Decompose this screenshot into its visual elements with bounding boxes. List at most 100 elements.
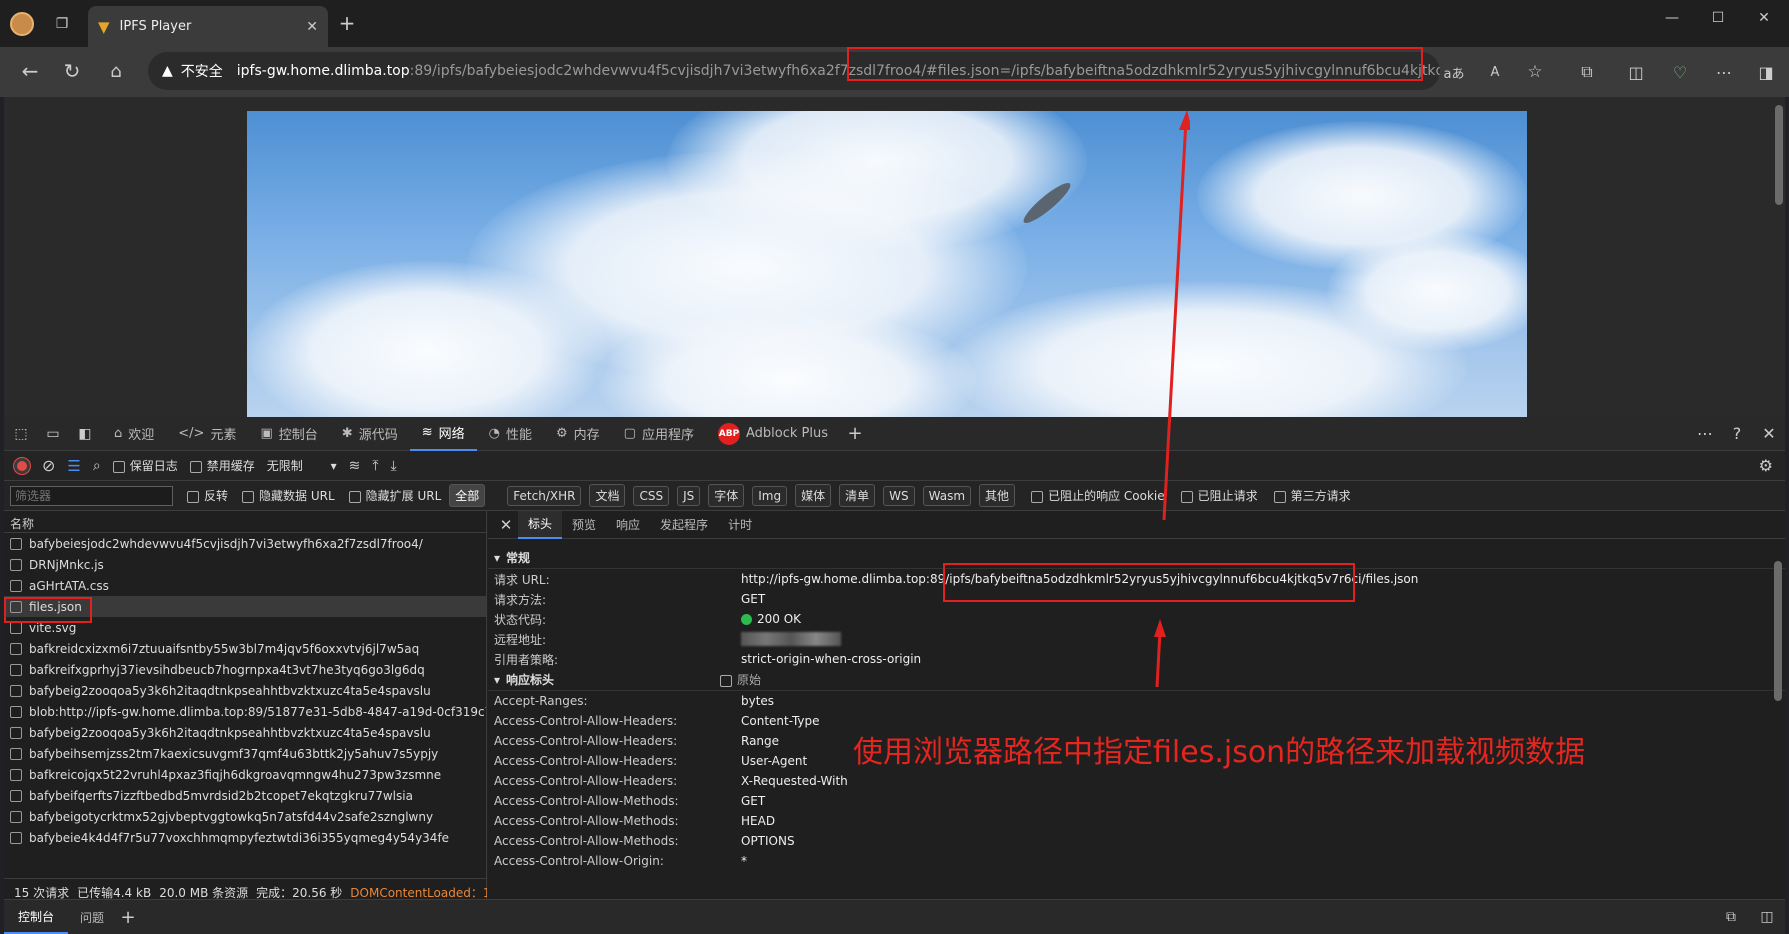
close-window-button[interactable]: ✕ xyxy=(1752,6,1776,30)
raw-checkbox[interactable]: 原始 xyxy=(720,671,761,688)
tab-performance[interactable]: ◔ 性能 xyxy=(477,417,544,451)
settings-gear-icon[interactable]: ⚙ xyxy=(1759,456,1773,475)
tab-response[interactable]: 响应 xyxy=(606,511,650,539)
network-conditions-icon[interactable]: ≋ xyxy=(349,458,361,474)
type-filter-css[interactable]: CSS xyxy=(633,485,670,506)
tab-preview[interactable]: 预览 xyxy=(562,511,606,539)
tab-headers[interactable]: 标头 xyxy=(518,510,563,539)
blocked-cookies-checkbox[interactable]: 已阻止的响应 Cookie xyxy=(1031,487,1165,504)
home-button[interactable]: ⌂ xyxy=(104,59,128,83)
type-filter-other[interactable]: 其他 xyxy=(979,484,1016,507)
tab-sources[interactable]: ✱ 源代码 xyxy=(330,417,410,451)
request-row[interactable]: bafybeifqerfts7izzftbedbd5mvrdsid2b2tcop… xyxy=(4,785,486,806)
read-aloud-icon[interactable]: A xyxy=(1484,61,1506,83)
request-row[interactable]: bafkreicojqx5t22vruhl4pxaz3fiqjh6dkgroav… xyxy=(4,764,486,785)
export-har-icon[interactable]: ⤓ xyxy=(391,458,397,474)
request-row[interactable]: bafybeihsemjzss2tm7kaexicsuvgmf37qmf4u63… xyxy=(4,743,486,764)
tab-welcome[interactable]: ⌂ 欢迎 xyxy=(102,417,166,451)
header-value[interactable]: strict-origin-when-cross-origin xyxy=(741,652,921,666)
invert-checkbox[interactable]: 反转 xyxy=(187,487,228,504)
third-party-checkbox[interactable]: 第三方请求 xyxy=(1273,487,1351,504)
hide-ext-url-checkbox[interactable]: 隐藏扩展 URL xyxy=(348,487,441,504)
hide-data-url-checkbox[interactable]: 隐藏数据 URL xyxy=(242,487,335,504)
header-value[interactable]: 200 OK xyxy=(757,612,801,626)
dock-side-icon[interactable]: ◧ xyxy=(68,426,102,442)
translate-icon[interactable]: aあ xyxy=(1443,61,1465,83)
request-row[interactable]: bafybeiesjodc2whdevwvu4f5cvjisdjh7vi3etw… xyxy=(4,533,486,554)
import-har-icon[interactable]: ⤒ xyxy=(372,458,378,474)
split-screen-icon[interactable]: ◫ xyxy=(1625,61,1647,83)
type-filter-wasm[interactable]: Wasm xyxy=(922,485,972,506)
profile-avatar[interactable] xyxy=(10,12,34,36)
more-options-icon[interactable]: ⋯ xyxy=(1689,424,1721,443)
close-tab-icon[interactable]: ✕ xyxy=(306,19,318,35)
header-value[interactable]: GET xyxy=(741,794,765,808)
workspaces-icon[interactable]: ❐ xyxy=(52,14,72,34)
search-icon[interactable]: ⌕ xyxy=(93,458,101,474)
filter-input[interactable] xyxy=(10,485,173,506)
request-row[interactable]: bafybeig2zooqoa5y3k6h2itaqdtnkpseahhtbvz… xyxy=(4,680,486,701)
tab-application[interactable]: ▢ 应用程序 xyxy=(612,417,706,451)
type-filter-xhr[interactable]: Fetch/XHR xyxy=(507,485,582,506)
type-filter-manifest[interactable]: 清单 xyxy=(839,484,876,507)
header-value[interactable]: User-Agent xyxy=(741,754,807,768)
close-detail-icon[interactable]: ✕ xyxy=(494,516,518,534)
type-filter-media[interactable]: 媒体 xyxy=(795,484,832,507)
back-button[interactable]: ← xyxy=(18,59,42,83)
add-drawer-tab-icon[interactable]: + xyxy=(116,907,140,928)
filter-icon[interactable]: ☰ xyxy=(67,457,80,475)
preserve-log-checkbox[interactable]: 保留日志 xyxy=(112,457,178,474)
more-menu-icon[interactable]: ⋯ xyxy=(1713,61,1735,83)
browser-tab[interactable]: ▼ IPFS Player ✕ xyxy=(88,6,328,47)
blocked-requests-checkbox[interactable]: 已阻止请求 xyxy=(1180,487,1258,504)
new-tab-button[interactable]: + xyxy=(336,11,358,35)
performance-icon[interactable]: ♡ xyxy=(1669,61,1691,83)
type-filter-js[interactable]: JS xyxy=(677,485,701,506)
page-scrollbar[interactable] xyxy=(1775,105,1783,205)
request-row[interactable]: bafkreidcxizxm6i7ztuuaifsntby55w3bl7m4jq… xyxy=(4,638,486,659)
request-row[interactable]: bafybeig2zooqoa5y3k6h2itaqdtnkpseahhtbvz… xyxy=(4,722,486,743)
tab-console[interactable]: ▣ 控制台 xyxy=(248,417,329,451)
tab-timing[interactable]: 计时 xyxy=(718,511,762,539)
minimize-button[interactable]: — xyxy=(1660,6,1684,30)
tab-adblock[interactable]: ABP Adblock Plus xyxy=(706,417,840,451)
close-drawer-icon[interactable]: ◫ xyxy=(1749,909,1785,925)
type-filter-font[interactable]: 字体 xyxy=(708,484,745,507)
header-value[interactable]: Content-Type xyxy=(741,714,820,728)
help-icon[interactable]: ? xyxy=(1721,424,1753,443)
undock-drawer-icon[interactable]: ⧉ xyxy=(1713,909,1749,925)
response-headers-section-header[interactable]: ▾ 响应标头 原始 xyxy=(488,669,1785,691)
header-value[interactable]: OPTIONS xyxy=(741,834,795,848)
drawer-tab-issues[interactable]: 问题 xyxy=(68,900,116,934)
request-row[interactable]: aGHrtATA.css xyxy=(4,575,486,596)
request-row[interactable]: bafybeie4k4d4f7r5u77voxchhmqmpyfeztwtdi3… xyxy=(4,827,486,848)
disable-cache-checkbox[interactable]: 禁用缓存 xyxy=(189,457,255,474)
type-filter-img[interactable]: Img xyxy=(752,485,788,506)
record-icon[interactable] xyxy=(14,457,30,474)
reload-button[interactable]: ↻ xyxy=(60,59,84,83)
extensions-icon[interactable]: ⧉ xyxy=(1576,61,1598,83)
header-value[interactable]: * xyxy=(741,854,747,868)
header-value[interactable]: X-Requested-With xyxy=(741,774,848,788)
header-value[interactable]: HEAD xyxy=(741,814,775,828)
tab-elements[interactable]: </> 元素 xyxy=(166,417,248,451)
tab-network[interactable]: ≋ 网络 xyxy=(409,417,477,451)
add-tool-icon[interactable]: + xyxy=(840,423,870,444)
detail-scrollbar[interactable] xyxy=(1774,561,1782,701)
tab-memory[interactable]: ⚙ 内存 xyxy=(544,417,612,451)
type-filter-doc[interactable]: 文档 xyxy=(589,484,626,507)
video-player[interactable] xyxy=(247,111,1527,417)
type-filter-ws[interactable]: WS xyxy=(883,485,915,506)
type-filter-all[interactable]: 全部 xyxy=(449,484,486,507)
name-column-header[interactable]: 名称 xyxy=(4,511,486,533)
tab-initiator[interactable]: 发起程序 xyxy=(650,511,718,539)
header-value[interactable]: GET xyxy=(741,592,765,606)
request-row[interactable]: bafkreifxgprhyj37ievsihdbeucb7hogrnpxa4t… xyxy=(4,659,486,680)
inspect-element-icon[interactable]: ⬚ xyxy=(4,426,38,442)
sidebar-toggle-icon[interactable]: ◨ xyxy=(1755,61,1777,83)
request-row[interactable]: bafybeigotycrktmx52gjvbeptvggtowkq5n7ats… xyxy=(4,806,486,827)
maximize-button[interactable]: ☐ xyxy=(1706,6,1730,30)
header-value[interactable]: Range xyxy=(741,734,779,748)
request-row[interactable]: DRNjMnkc.js xyxy=(4,554,486,575)
drawer-tab-console[interactable]: 控制台 xyxy=(4,900,69,934)
